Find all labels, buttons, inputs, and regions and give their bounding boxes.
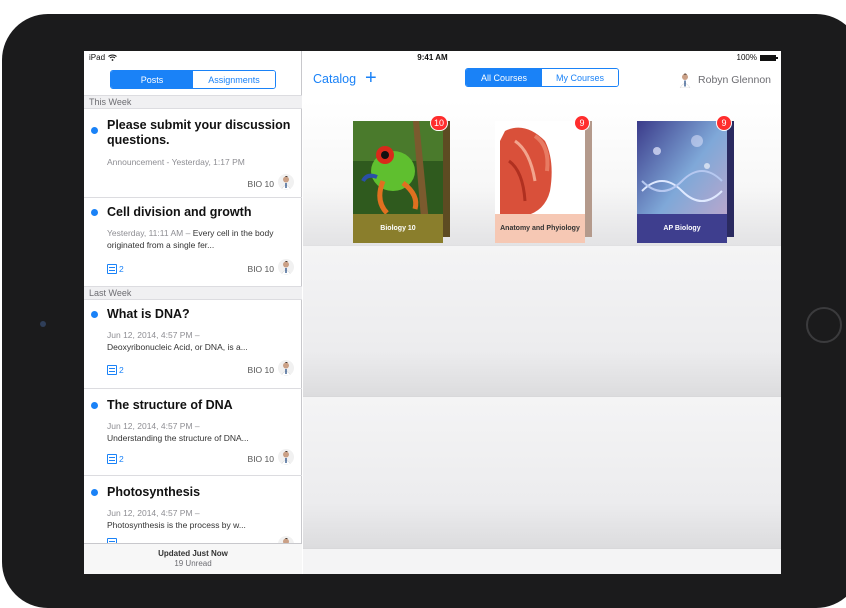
book-badge: 9 — [716, 115, 732, 131]
unread-count: 19 Unread — [174, 559, 212, 568]
post-item[interactable]: Photosynthesis Jun 12, 2014, 4:57 PM – Ph… — [84, 476, 302, 543]
post-meta: Jun 12, 2014, 4:57 PM – Deoxyribonucleic … — [107, 329, 293, 353]
posts-panel: Posts Assignments This Week Please submi… — [84, 51, 302, 574]
post-item[interactable]: Cell division and growth Yesterday, 11:1… — [84, 198, 302, 289]
post-item[interactable]: The structure of DNA Jun 12, 2014, 4:57 … — [84, 389, 302, 476]
unread-dot — [91, 402, 98, 409]
course-book-biology-10[interactable]: Biology 10 10 — [353, 115, 450, 243]
book-badge: 10 — [429, 115, 448, 131]
book-title: AP Biology — [637, 214, 727, 243]
post-time: Jun 12, 2014, 4:57 PM – — [107, 508, 200, 518]
post-item[interactable]: Please submit your discussion questions.… — [84, 109, 302, 198]
updated-status: Updated Just Now — [158, 549, 228, 558]
avatar — [278, 449, 294, 465]
book-spine — [585, 121, 592, 237]
post-meta: Yesterday, 11:11 AM – Every cell in the … — [107, 227, 293, 251]
post-excerpt: Understanding the structure of DNA... — [107, 433, 249, 443]
post-meta: Jun 12, 2014, 4:57 PM – Photosynthesis is… — [107, 507, 293, 531]
teacher-avatar-icon — [280, 362, 292, 376]
battery-percent: 100% — [736, 53, 757, 62]
course-book-ap-biology[interactable]: AP Biology 9 — [637, 115, 734, 243]
tab-assignments[interactable]: Assignments — [193, 71, 275, 88]
post-meta: Jun 12, 2014, 4:57 PM – Understanding the… — [107, 420, 293, 444]
book-title: Anatomy and Phyiology — [495, 214, 585, 243]
attachment-count[interactable]: 2 — [107, 264, 124, 274]
section-header-last-week: Last Week — [84, 286, 302, 300]
avatar — [278, 259, 294, 275]
post-time: Yesterday, 11:11 AM – — [107, 228, 193, 238]
post-course: BIO 10 — [247, 179, 274, 189]
front-camera — [40, 321, 46, 327]
bookshelf-row — [303, 396, 781, 548]
section-header-this-week: This Week — [84, 95, 302, 109]
status-time: 9:41 AM — [417, 53, 448, 62]
post-excerpt: Photosynthesis is the process by w... — [107, 520, 246, 530]
posts-segmented-control: Posts Assignments — [110, 70, 276, 89]
teacher-avatar-icon — [280, 261, 292, 275]
user-avatar-icon — [679, 73, 691, 88]
bookshelf-row — [303, 548, 781, 574]
attachment-count-label: 2 — [119, 365, 124, 375]
book-spine — [727, 121, 734, 237]
courses-segmented-control: All Courses My Courses — [465, 68, 619, 87]
user-name: Robyn Glennon — [698, 74, 771, 86]
avatar — [278, 536, 294, 543]
post-course: BIO 10 — [247, 454, 274, 464]
catalog-button[interactable]: Catalog — [313, 72, 356, 86]
teacher-avatar-icon — [283, 538, 289, 543]
tab-all-courses[interactable]: All Courses — [466, 69, 542, 86]
avatar — [278, 174, 294, 190]
status-bar: iPad 9:41 AM 100% — [84, 51, 781, 64]
post-time: Jun 12, 2014, 4:57 PM – — [107, 330, 200, 340]
post-time: Jun 12, 2014, 4:57 PM – — [107, 421, 200, 431]
post-excerpt: Deoxyribonucleic Acid, or DNA, is a... — [107, 342, 248, 352]
post-course: BIO 10 — [247, 365, 274, 375]
home-button[interactable] — [806, 307, 842, 343]
post-course: BIO 10 — [247, 264, 274, 274]
refresh-footer: Updated Just Now 19 Unread — [84, 543, 302, 574]
book-title: Biology 10 — [353, 214, 443, 243]
user-profile[interactable]: Robyn Glennon — [678, 72, 771, 88]
unread-dot — [91, 127, 98, 134]
post-meta: Announcement - Yesterday, 1:17 PM — [107, 157, 245, 167]
course-book-anatomy[interactable]: Anatomy and Phyiology 9 — [495, 115, 592, 243]
post-title: The structure of DNA — [107, 398, 233, 412]
app-screen: iPad 9:41 AM 100% Posts Assignments This… — [84, 51, 781, 574]
battery-icon — [760, 54, 778, 61]
unread-dot — [91, 209, 98, 216]
book-spine — [443, 121, 450, 237]
bookshelf-row — [303, 245, 781, 396]
catalog-panel: Catalog + All Courses My Courses Robyn G… — [303, 51, 781, 574]
add-icon[interactable]: + — [365, 67, 377, 90]
post-title: Photosynthesis — [107, 485, 201, 499]
post-title: What is DNA? — [107, 307, 190, 321]
teacher-avatar-icon — [280, 176, 292, 190]
attachment-count[interactable]: 2 — [107, 454, 124, 464]
post-title: Cell division and growth — [107, 205, 252, 219]
attachment-icon — [107, 264, 117, 274]
attachment-count-label: 2 — [119, 264, 124, 274]
post-item[interactable]: What is DNA? Jun 12, 2014, 4:57 PM – Deox… — [84, 300, 302, 389]
catalog-navbar: Catalog + All Courses My Courses Robyn G… — [303, 64, 781, 100]
teacher-avatar-icon — [280, 451, 292, 465]
tab-posts[interactable]: Posts — [111, 71, 193, 88]
attachment-count-label: 2 — [119, 454, 124, 464]
tab-my-courses[interactable]: My Courses — [542, 69, 618, 86]
avatar — [278, 360, 294, 376]
attachment-count[interactable]: 2 — [107, 365, 124, 375]
book-badge: 9 — [574, 115, 590, 131]
post-title: Please submit your discussion questions. — [107, 118, 291, 147]
attachment-icon — [107, 365, 117, 375]
attachment-icon — [107, 454, 117, 464]
unread-dot — [91, 489, 98, 496]
unread-dot — [91, 311, 98, 318]
